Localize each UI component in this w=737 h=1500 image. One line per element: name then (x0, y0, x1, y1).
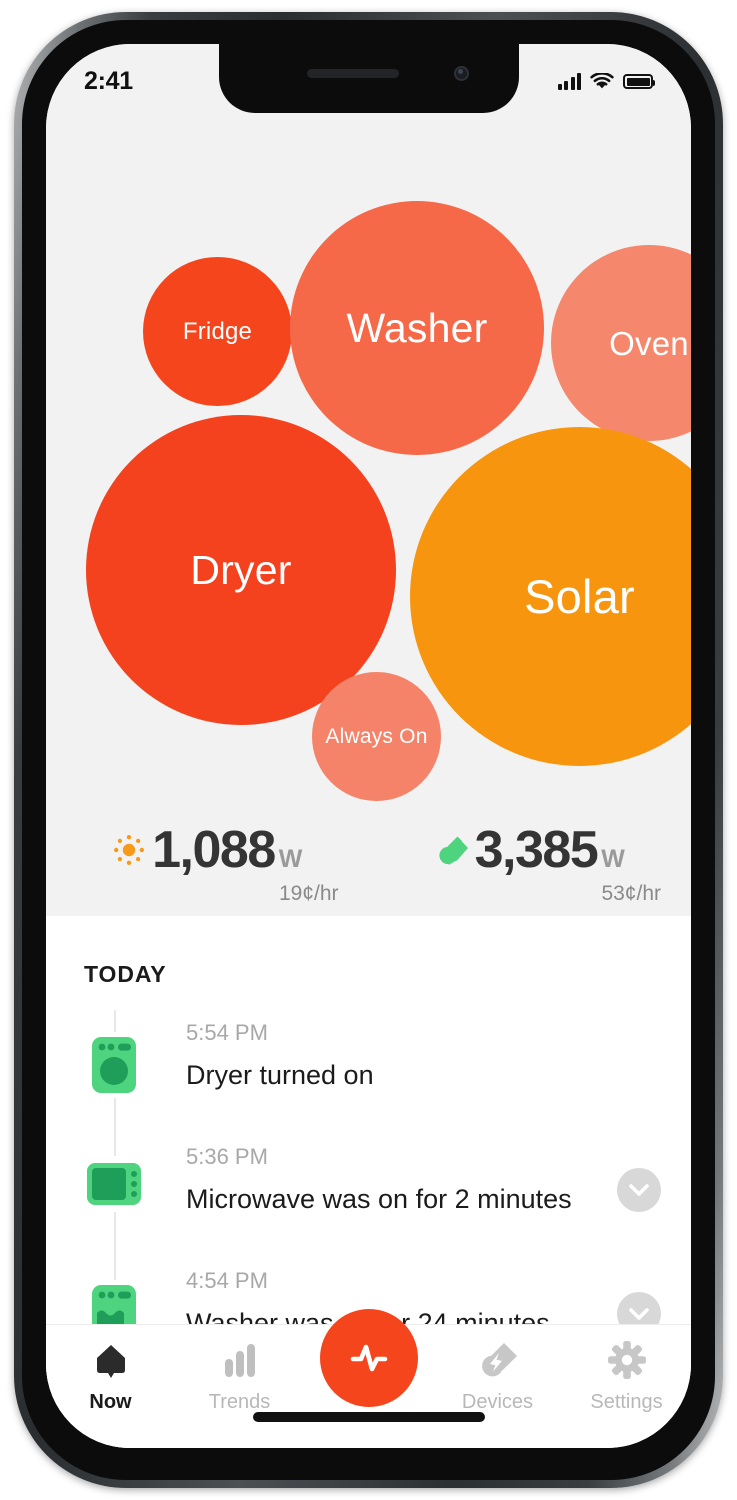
home-icon (91, 1339, 131, 1381)
bubble-label: Always On (325, 725, 428, 748)
tab-trends[interactable]: Trends (175, 1339, 304, 1414)
tab-label: Trends (208, 1391, 271, 1413)
sun-icon (114, 835, 145, 865)
dryer-icon (86, 1032, 142, 1098)
timeline-time: 5:36 PM (186, 1144, 268, 1169)
timeline-body: 5:36 PM Microwave was on for 2 minutes (144, 1134, 617, 1215)
phone-screen: 2:41 Fridge Washer Oven Dryer Solar Alwa… (46, 44, 691, 1448)
gear-icon (607, 1339, 647, 1381)
timeline-time: 4:54 PM (186, 1268, 268, 1293)
timeline-text: Microwave was on for 2 minutes (186, 1184, 572, 1214)
tab-center-slot (304, 1309, 433, 1407)
pulse-icon (350, 1344, 387, 1372)
stat-value: 3,385 (474, 821, 599, 879)
bubble-washer[interactable]: Washer (290, 201, 544, 455)
stat-unit: W (601, 845, 625, 873)
live-monitor-button[interactable] (319, 1309, 418, 1407)
stat-main: 3,385 W (435, 820, 625, 880)
status-time: 2:41 (84, 67, 133, 95)
bubble-always-on[interactable]: Always On (312, 672, 441, 801)
bars-icon (222, 1339, 258, 1381)
bubble-label: Solar (524, 570, 635, 623)
plug-icon (439, 836, 468, 865)
timeline-text: Dryer turned on (186, 1060, 374, 1090)
bubble-oven[interactable]: Oven (551, 245, 691, 441)
tab-label: Devices (461, 1391, 534, 1413)
bubble-label: Fridge (182, 317, 253, 345)
tab-label: Now (89, 1391, 132, 1413)
bubble-label: Washer (346, 304, 488, 351)
plug-icon (477, 1339, 519, 1381)
chevron-down-icon (629, 1307, 649, 1320)
cellular-signal-icon (557, 73, 581, 90)
tab-settings[interactable]: Settings (562, 1339, 691, 1414)
bubble-fridge[interactable]: Fridge (143, 257, 292, 406)
timeline-icon-slot (83, 1134, 145, 1212)
energy-bubble-chart: Fridge Washer Oven Dryer Solar Always On (46, 44, 691, 916)
bubble-solar[interactable]: Solar (410, 427, 691, 766)
timeline-item-microwave[interactable]: 5:36 PM Microwave was on for 2 minutes (46, 1134, 691, 1258)
wifi-icon (590, 73, 614, 89)
bottom-tab-bar: Now Trends Devices Settings (46, 1309, 691, 1448)
timeline-body: 5:54 PM Dryer turned on (144, 1010, 691, 1091)
battery-icon (623, 74, 655, 89)
home-indicator[interactable] (252, 1412, 485, 1422)
bubble-label: Dryer (190, 546, 292, 593)
timeline-icon-slot (84, 1010, 144, 1098)
tab-now[interactable]: Now (46, 1339, 175, 1414)
stat-grid-consumption[interactable]: 3,385 W 53¢/hr (369, 806, 692, 916)
expand-button[interactable] (617, 1168, 661, 1212)
tab-label: Settings (590, 1391, 663, 1413)
stat-unit: W (278, 845, 303, 873)
timeline-item-dryer[interactable]: 5:54 PM Dryer turned on (46, 1010, 691, 1134)
timeline-time: 5:54 PM (186, 1020, 268, 1045)
phone-frame: 2:41 Fridge Washer Oven Dryer Solar Alwa… (14, 12, 723, 1488)
stat-rate: 53¢/hr (601, 882, 661, 905)
chevron-down-icon (629, 1183, 649, 1196)
tab-devices[interactable]: Devices (433, 1339, 562, 1414)
stat-value: 1,088 (152, 821, 276, 879)
status-indicators (557, 73, 655, 90)
stat-main: 1,088 W (112, 820, 302, 880)
phone-bezel: 2:41 Fridge Washer Oven Dryer Solar Alwa… (22, 20, 715, 1480)
power-summary: 1,088 W 19¢/hr 3,385 W 53¢/hr (46, 806, 691, 916)
stat-solar-production[interactable]: 1,088 W 19¢/hr (46, 806, 369, 916)
bubble-label: Oven (609, 324, 689, 362)
notch (218, 44, 519, 113)
timeline-section-header: TODAY (84, 961, 167, 987)
stat-rate: 19¢/hr (278, 882, 339, 905)
front-camera (453, 66, 469, 81)
microwave-icon (83, 1156, 145, 1212)
earpiece-speaker (306, 69, 399, 78)
